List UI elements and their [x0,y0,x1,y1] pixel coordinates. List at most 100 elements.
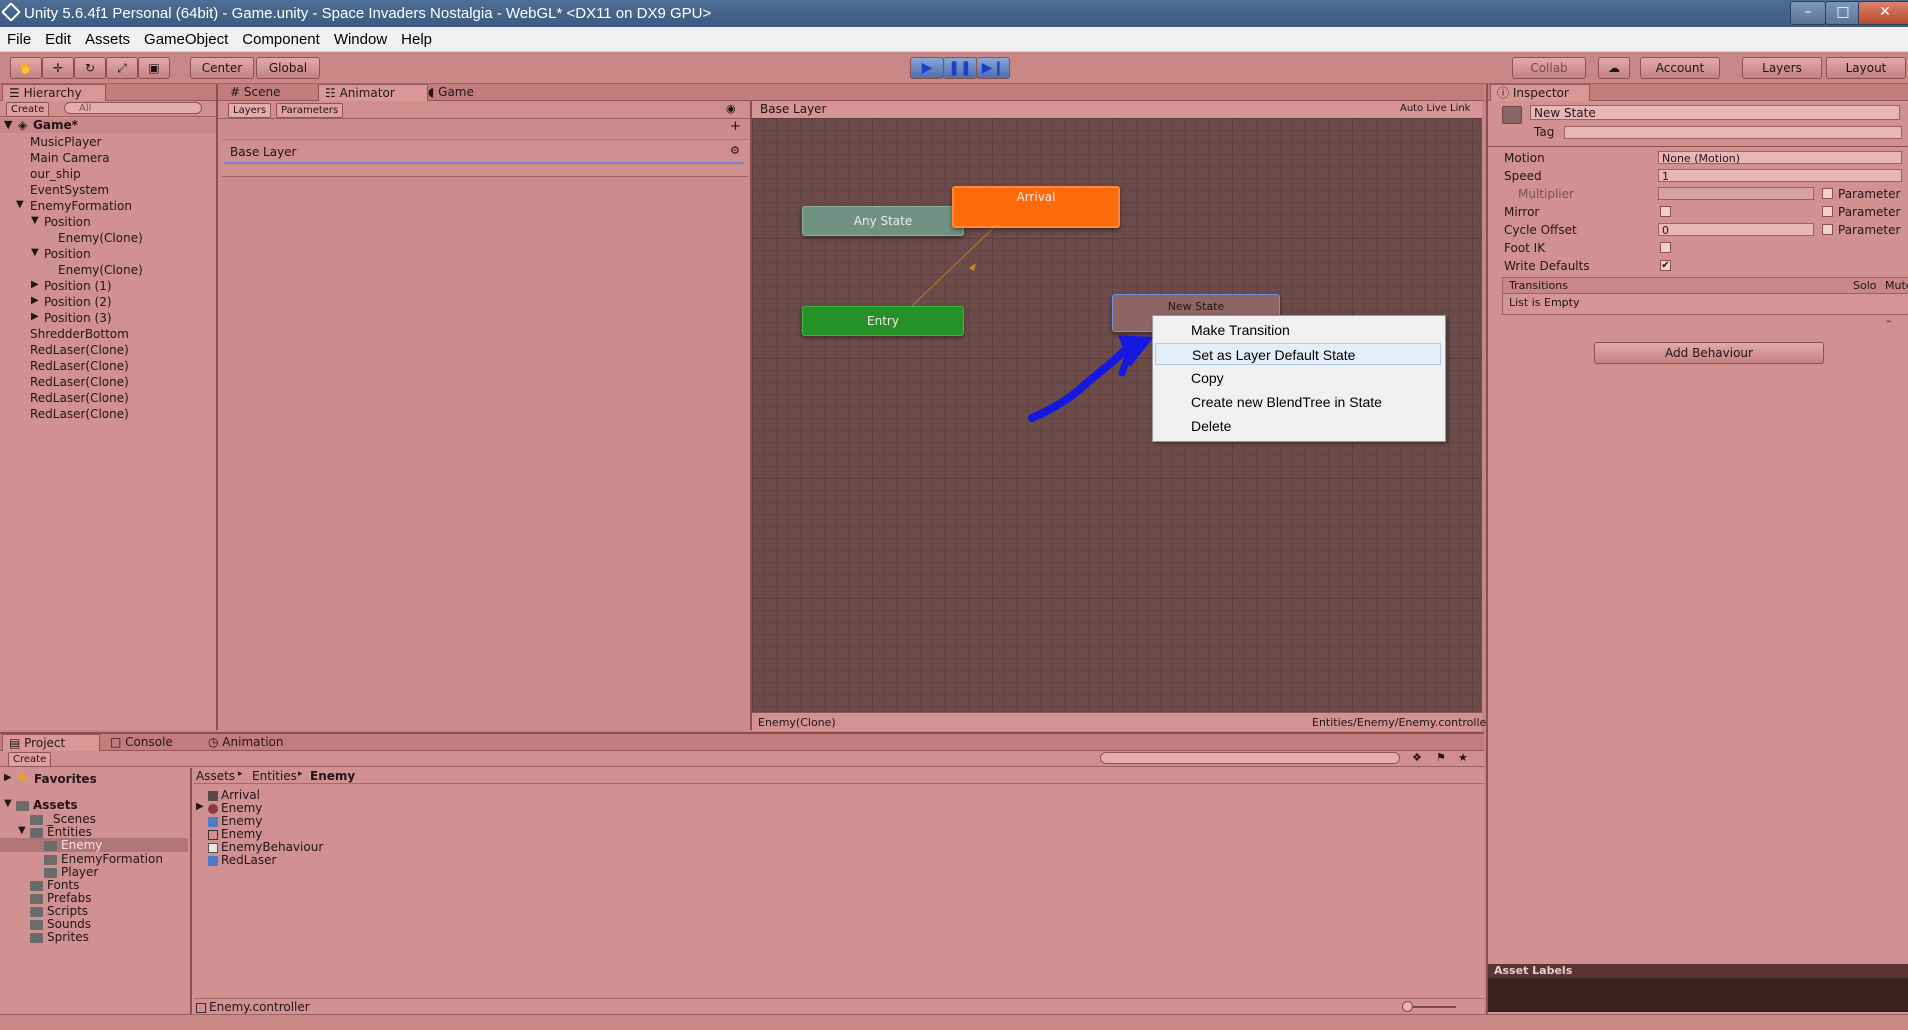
hierarchy-item[interactable]: RedLaser(Clone) [30,407,129,421]
project-create-button[interactable]: Create [8,752,52,767]
layout-dropdown[interactable]: Layout [1826,57,1906,79]
hierarchy-item[interactable]: RedLaser(Clone) [30,343,129,357]
tab-animator[interactable]: ☷ Animator [318,84,428,101]
folder-item[interactable]: Sprites [30,930,89,944]
hierarchy-item[interactable]: Position (2) [44,295,112,309]
expand-arrow-icon[interactable]: ▼ [16,199,24,210]
layers-tab-button[interactable]: Layers [228,103,272,118]
hierarchy-item[interactable]: Position (1) [44,279,112,293]
folder-item[interactable]: EnemyFormation [44,852,163,866]
multiplier-parameter-checkbox[interactable] [1822,188,1833,199]
breadcrumb-assets[interactable]: Assets [196,769,235,783]
minimize-button[interactable]: – [1790,1,1826,25]
file-item[interactable]: Enemy [208,827,262,841]
file-item[interactable]: Arrival [208,788,260,802]
hierarchy-item[interactable]: Enemy(Clone) [58,231,143,245]
step-button[interactable]: ▶❙ [976,57,1010,79]
play-button[interactable]: ▶ [910,57,944,79]
tab-game[interactable]: ◖ Game [422,84,480,100]
hierarchy-item[interactable]: Enemy(Clone) [58,263,143,277]
hand-tool-icon[interactable]: ✋ [10,57,42,79]
foot-ik-checkbox[interactable] [1660,242,1671,253]
add-behaviour-button[interactable]: Add Behaviour [1594,342,1824,364]
filter-by-type-icon[interactable]: ❖ [1412,751,1422,764]
folder-item[interactable]: _Scenes [30,812,96,826]
mirror-parameter-checkbox[interactable] [1822,206,1833,217]
expand-arrow-icon[interactable]: ▼ [18,825,26,836]
project-search-input[interactable] [1100,752,1400,764]
entry-node[interactable]: Entry [802,306,964,336]
motion-field[interactable]: None (Motion) [1658,151,1902,165]
eye-icon[interactable]: ◉ [726,102,736,115]
hierarchy-item[interactable]: our_ship [30,167,81,181]
hierarchy-search-input[interactable]: All [64,102,202,114]
rotate-tool-icon[interactable]: ↻ [74,57,106,79]
arrival-node[interactable]: Arrival [952,186,1120,228]
folder-item[interactable]: Entities [30,825,92,839]
add-layer-icon[interactable]: + [730,119,741,134]
hierarchy-create-button[interactable]: Create [6,102,50,117]
collab-button[interactable]: Collab [1512,57,1586,79]
favorites-folder[interactable]: Favorites [34,772,97,786]
folder-item[interactable]: Fonts [30,878,79,892]
close-button[interactable]: ✕ [1858,1,1908,25]
menu-item-copy[interactable]: Copy [1155,367,1441,389]
space-global-button[interactable]: Global [256,57,320,79]
expand-arrow-icon[interactable]: ▼ [31,247,39,258]
cycle-offset-parameter-checkbox[interactable] [1822,224,1833,235]
menu-gameobject[interactable]: GameObject [137,27,235,48]
folder-item[interactable]: Scripts [30,904,88,918]
menu-item-delete[interactable]: Delete [1155,415,1441,437]
write-defaults-checkbox[interactable]: ✔ [1660,260,1671,271]
hierarchy-item[interactable]: EnemyFormation [30,199,132,213]
collapse-arrow-icon[interactable]: ▶ [31,311,39,322]
menu-item-make-transition[interactable]: Make Transition [1155,319,1441,341]
hierarchy-item[interactable]: Position (3) [44,311,112,325]
hierarchy-item[interactable]: Position [44,247,91,261]
menu-component[interactable]: Component [235,27,327,48]
move-tool-icon[interactable]: ✛ [42,57,74,79]
any-state-node[interactable]: Any State [802,206,964,236]
hierarchy-item[interactable]: RedLaser(Clone) [30,391,129,405]
state-name-field[interactable]: New State [1530,105,1900,120]
file-item[interactable]: EnemyBehaviour [208,840,323,854]
hierarchy-item[interactable]: MusicPlayer [30,135,101,149]
hierarchy-item[interactable]: Main Camera [30,151,110,165]
tab-hierarchy[interactable]: ☰ Hierarchy [2,84,106,101]
folder-item[interactable]: Prefabs [30,891,92,905]
slider-thumb[interactable] [1402,1001,1413,1012]
folder-item[interactable]: Player [44,865,98,879]
tab-inspector[interactable]: ⓘ Inspector [1490,84,1590,101]
collapse-arrow-icon[interactable]: ▶ [31,295,39,306]
mirror-checkbox[interactable] [1660,206,1671,217]
file-item[interactable]: RedLaser [208,853,276,867]
speed-field[interactable]: 1 [1658,169,1902,183]
expand-arrow-icon[interactable]: ▼ [31,215,39,226]
auto-live-link-button[interactable]: Auto Live Link [1400,103,1470,114]
tab-animation[interactable]: ◷ Animation [202,734,289,750]
layer-row[interactable]: Base Layer ⚙ [222,139,748,177]
collapse-arrow-icon[interactable]: ▶ [4,772,12,783]
hierarchy-item[interactable]: ShredderBottom [30,327,129,341]
parameters-tab-button[interactable]: Parameters [276,103,344,118]
layer-gear-icon[interactable]: ⚙ [730,144,740,157]
breadcrumb[interactable]: Base Layer [760,102,827,116]
remove-transition-icon[interactable]: – [1886,314,1892,327]
scale-tool-icon[interactable]: ⤢ [106,57,138,79]
hierarchy-item[interactable]: EventSystem [30,183,109,197]
menu-item-set-default-state[interactable]: Set as Layer Default State [1155,343,1441,365]
file-item[interactable]: Enemy [208,801,262,815]
cycle-offset-field[interactable]: 0 [1658,223,1814,237]
account-dropdown[interactable]: Account [1640,57,1720,79]
assets-folder[interactable]: Assets [16,798,78,812]
favorite-star-icon[interactable]: ★ [1458,751,1468,764]
scene-header[interactable]: ▼ ◈ Game* [0,118,216,133]
hierarchy-item[interactable]: Position [44,215,91,229]
menu-window[interactable]: Window [327,27,394,48]
hierarchy-item[interactable]: RedLaser(Clone) [30,359,129,373]
tab-project[interactable]: ▤ Project [2,734,100,751]
filter-by-label-icon[interactable]: ⚑ [1436,751,1446,764]
cloud-icon[interactable]: ☁ [1598,57,1630,79]
pause-button[interactable]: ❚❚ [943,57,977,79]
hierarchy-item[interactable]: RedLaser(Clone) [30,375,129,389]
